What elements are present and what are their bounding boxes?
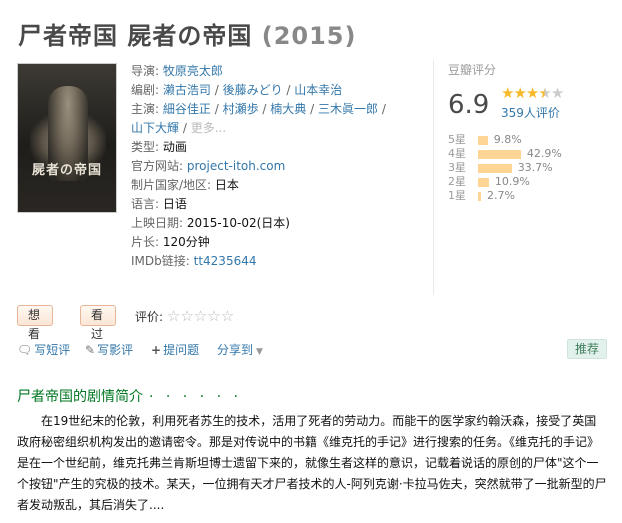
runtime-value: 120分钟 xyxy=(162,235,210,249)
movie-title: 尸者帝国 屍者の帝国 xyxy=(18,22,253,50)
cast-row-continued: 山下大輝 / 更多... xyxy=(131,121,227,135)
country-value: 日本 xyxy=(214,178,239,192)
half-star-icon: ★ xyxy=(538,84,551,102)
rating-percent: 10.9% xyxy=(494,175,530,188)
rating-row-label: 2星 xyxy=(448,175,466,188)
comment-icon: 🗨 xyxy=(17,343,33,357)
cast-label: 主演: xyxy=(131,102,160,116)
rating-row: 2星 10.9% xyxy=(448,175,613,189)
rate-star-icon[interactable]: ☆ xyxy=(221,307,234,325)
writers-row: 编剧: 濑古浩司 / 後藤みどり / 山本幸治 xyxy=(131,83,343,97)
star-icon: ★ xyxy=(513,84,526,102)
synopsis-heading-text: 尸者帝国的剧情简介 xyxy=(17,389,143,405)
rating-bar xyxy=(478,136,488,145)
rating-bar xyxy=(478,178,489,187)
rating-percent: 33.7% xyxy=(517,161,553,174)
chevron-down-icon: ▼ xyxy=(256,347,263,357)
rating-row-label: 1星 xyxy=(448,189,466,202)
rating-row-label: 5星 xyxy=(448,133,466,146)
language-row: 语言: 日语 xyxy=(131,195,431,214)
movie-poster[interactable]: 屍者の帝国 xyxy=(17,63,117,213)
rating-bar xyxy=(478,164,512,173)
synopsis-dots: · · · · · · xyxy=(149,389,242,405)
plus-icon: + xyxy=(151,343,162,357)
rate-star-icon[interactable]: ☆ xyxy=(180,307,193,325)
release-value: 2015-10-02(日本) xyxy=(186,216,290,230)
rating-row: 4星 42.9% xyxy=(448,147,613,161)
rating-row: 1星 2.7% xyxy=(448,189,613,203)
rating-label: 豆瓣评分 xyxy=(448,63,497,77)
imdb-label: IMDb链接: xyxy=(131,254,190,268)
social-bar: 🗨 写短评 ✎ 写影评 + 提问题 分享到 ▼ 推荐 xyxy=(17,339,607,359)
writer-link[interactable]: 後藤みどり xyxy=(223,83,283,97)
country-row: 制片国家/地区: 日本 xyxy=(131,176,431,195)
runtime-label: 片长: xyxy=(131,235,160,249)
votes-link[interactable]: 359人评价 xyxy=(501,104,560,121)
writer-link[interactable]: 山本幸治 xyxy=(294,83,342,97)
site-row: 官方网站: project-itoh.com xyxy=(131,157,431,176)
actor-link[interactable]: 村瀬歩 xyxy=(223,102,259,116)
recommend-button[interactable]: 推荐 xyxy=(566,339,607,359)
rating-percent: 2.7% xyxy=(487,189,515,202)
page-title: 尸者帝国 屍者の帝国 (2015) xyxy=(18,16,356,51)
genre-value: 动画 xyxy=(162,140,187,154)
director-row: 导演: 牧原亮太郎 xyxy=(131,62,431,81)
genre-label: 类型: xyxy=(131,140,160,154)
movie-info: 导演: 牧原亮太郎 编剧: 濑古浩司 / 後藤みどり / 山本幸治 主演: 細谷… xyxy=(131,62,431,271)
writer-link[interactable]: 濑古浩司 xyxy=(163,83,211,97)
pencil-icon: ✎ xyxy=(85,343,96,357)
release-row: 上映日期: 2015-10-02(日本) xyxy=(131,214,431,233)
release-label: 上映日期: xyxy=(131,216,184,230)
site-label: 官方网站: xyxy=(131,159,184,173)
rating-percent: 9.8% xyxy=(493,133,522,146)
rate-star-icon[interactable]: ☆ xyxy=(207,307,220,325)
rating-percent: 42.9% xyxy=(526,147,562,160)
actor-link[interactable]: 三木眞一郎 xyxy=(318,102,378,116)
rating-score: 6.9 xyxy=(448,90,490,120)
rating-bar xyxy=(478,150,521,159)
star-icon: ★ xyxy=(501,84,514,102)
ask-question-link[interactable]: + 提问题 xyxy=(151,341,199,358)
rate-star-icon[interactable]: ☆ xyxy=(194,307,207,325)
actor-link[interactable]: 細谷佳正 xyxy=(163,102,211,116)
rating-distribution: 5星 9.8% 4星 42.9% 3星 33.7% 2星 10.9% 1星 2.7% xyxy=(448,133,613,203)
director-link[interactable]: 牧原亮太郎 xyxy=(163,64,223,78)
rating-row: 3星 33.7% xyxy=(448,161,613,175)
imdb-row: IMDb链接: tt4235644 xyxy=(131,252,431,271)
rating-panel: 豆瓣评分 6.9 ★★★★★ 359人评价 5星 9.8% 4星 42.9% 3星 33.… xyxy=(433,60,615,295)
writers-label: 编剧: xyxy=(131,83,160,97)
want-to-watch-button[interactable]: 想看 xyxy=(17,305,54,341)
runtime-row: 片长: 120分钟 xyxy=(131,233,431,252)
country-label: 制片国家/地区: xyxy=(131,178,212,192)
language-value: 日语 xyxy=(162,197,187,211)
share-dropdown[interactable]: 分享到 ▼ xyxy=(217,341,263,358)
watched-button[interactable]: 看过 xyxy=(80,305,117,341)
actor-link[interactable]: 山下大輝 xyxy=(131,121,179,135)
write-short-review-link[interactable]: 🗨 写短评 xyxy=(17,341,70,358)
rating-row: 5星 9.8% xyxy=(448,133,613,147)
movie-year: (2015) xyxy=(261,22,357,50)
rate-label: 评价: xyxy=(135,310,164,324)
synopsis-heading: 尸者帝国的剧情简介 · · · · · · xyxy=(17,386,242,406)
poster-title: 屍者の帝国 xyxy=(31,163,102,178)
actor-link[interactable]: 楠大典 xyxy=(270,102,306,116)
rating-row-label: 4星 xyxy=(448,147,466,160)
synopsis-text: 在19世纪末的伦敦，利用死者苏生的技术，活用了死者的劳动力。而能干的医学家约翰沃… xyxy=(17,414,607,512)
imdb-link[interactable]: tt4235644 xyxy=(194,254,257,268)
rate-widget: 评价: ☆☆☆☆☆ xyxy=(135,307,234,325)
rate-star-icon[interactable]: ☆ xyxy=(167,307,180,325)
rating-row-label: 3星 xyxy=(448,161,466,174)
language-label: 语言: xyxy=(131,197,160,211)
rating-bar xyxy=(478,192,481,201)
more-cast-link[interactable]: 更多... xyxy=(191,121,226,135)
official-site-link[interactable]: project-itoh.com xyxy=(187,159,285,173)
genre-row: 类型: 动画 xyxy=(131,138,431,157)
write-review-link[interactable]: ✎ 写影评 xyxy=(85,341,133,358)
star-icon: ★ xyxy=(550,84,564,102)
star-icon: ★ xyxy=(525,84,539,102)
rating-stars: ★★★★★ xyxy=(501,84,564,102)
cast-row: 主演: 細谷佳正 / 村瀬歩 / 楠大典 / 三木眞一郎 / xyxy=(131,102,386,116)
director-label: 导演: xyxy=(131,64,160,78)
